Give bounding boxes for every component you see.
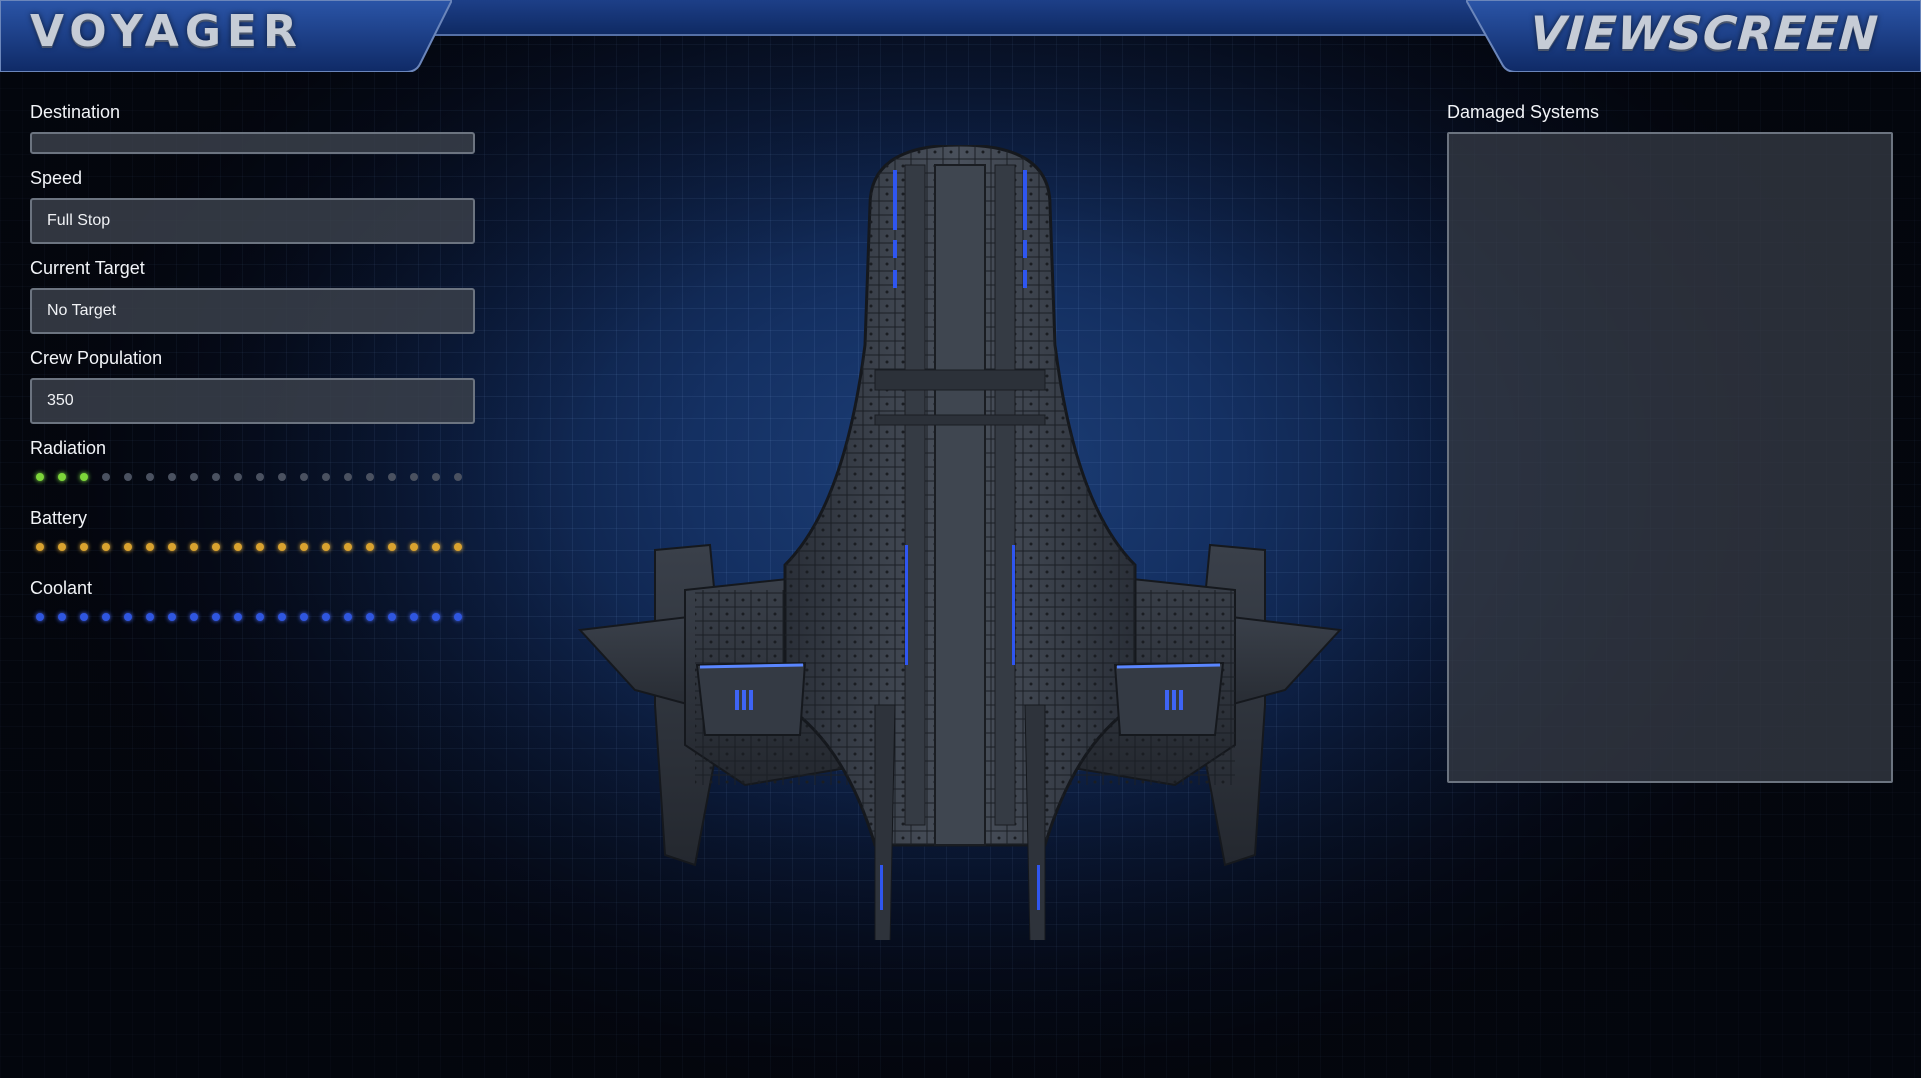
radiation-meter-dot	[278, 473, 286, 481]
viewscreen-background: VOYAGER VIEWSCREEN Destination Speed Ful…	[0, 0, 1921, 1078]
current-target-field[interactable]: No Target	[30, 288, 475, 334]
coolant-meter	[30, 608, 475, 626]
radiation-meter-dot	[454, 473, 462, 481]
coolant-meter-dot	[366, 613, 374, 621]
coolant-meter-dot	[278, 613, 286, 621]
coolant-meter-dot	[36, 613, 44, 621]
battery-meter-dot	[36, 543, 44, 551]
battery-meter-dot	[344, 543, 352, 551]
battery-meter-dot	[234, 543, 242, 551]
battery-meter-dot	[80, 543, 88, 551]
coolant-meter-dot	[234, 613, 242, 621]
radiation-meter-dot	[432, 473, 440, 481]
speed-field[interactable]: Full Stop	[30, 198, 475, 244]
radiation-meter-dot	[80, 473, 88, 481]
radiation-meter-dot	[344, 473, 352, 481]
coolant-meter-dot	[388, 613, 396, 621]
battery-meter-dot	[212, 543, 220, 551]
radiation-meter-dot	[322, 473, 330, 481]
battery-meter-dot	[278, 543, 286, 551]
damaged-systems-label: Damaged Systems	[1447, 102, 1600, 122]
coolant-meter-dot	[410, 613, 418, 621]
coolant-meter-dot	[256, 613, 264, 621]
radiation-meter-dot	[58, 473, 66, 481]
battery-meter-dot	[454, 543, 462, 551]
coolant-meter-dot	[454, 613, 462, 621]
battery-meter-dot	[256, 543, 264, 551]
battery-meter-dot	[190, 543, 198, 551]
header-left-plate: VOYAGER	[0, 0, 452, 72]
radiation-meter-dot	[300, 473, 308, 481]
speed-label: Speed	[30, 168, 83, 188]
radiation-meter-dot	[146, 473, 154, 481]
starship-image	[575, 143, 1345, 946]
radiation-meter-dot	[124, 473, 132, 481]
coolant-meter-dot	[300, 613, 308, 621]
radiation-meter-dot	[168, 473, 176, 481]
header-bar	[430, 0, 1490, 36]
radiation-meter-dot	[234, 473, 242, 481]
damaged-systems-list[interactable]	[1447, 132, 1893, 783]
battery-meter	[30, 538, 475, 556]
battery-label: Battery	[30, 508, 88, 528]
battery-meter-dot	[432, 543, 440, 551]
battery-meter-dot	[102, 543, 110, 551]
coolant-meter-dot	[80, 613, 88, 621]
battery-meter-dot	[300, 543, 308, 551]
radiation-meter	[30, 468, 475, 486]
destination-field[interactable]	[30, 132, 475, 154]
battery-meter-dot	[58, 543, 66, 551]
coolant-meter-dot	[322, 613, 330, 621]
radiation-meter-dot	[36, 473, 44, 481]
radiation-meter-dot	[256, 473, 264, 481]
battery-meter-dot	[168, 543, 176, 551]
radiation-meter-dot	[366, 473, 374, 481]
battery-meter-dot	[366, 543, 374, 551]
current-target-label: Current Target	[30, 258, 145, 278]
battery-meter-dot	[410, 543, 418, 551]
radiation-label: Radiation	[30, 438, 107, 458]
crew-population-field[interactable]: 350	[30, 378, 475, 424]
radiation-meter-dot	[410, 473, 418, 481]
radiation-meter-dot	[212, 473, 220, 481]
coolant-meter-dot	[432, 613, 440, 621]
radiation-meter-dot	[190, 473, 198, 481]
battery-meter-dot	[322, 543, 330, 551]
ship-status-panel: Destination Speed Full Stop Current Targ…	[30, 100, 475, 626]
view-title: VIEWSCREEN	[1528, 6, 1881, 60]
coolant-meter-dot	[146, 613, 154, 621]
coolant-meter-dot	[212, 613, 220, 621]
battery-meter-dot	[388, 543, 396, 551]
battery-meter-dot	[146, 543, 154, 551]
coolant-meter-dot	[168, 613, 176, 621]
app-title: VOYAGER	[30, 6, 303, 57]
coolant-meter-dot	[102, 613, 110, 621]
crew-population-label: Crew Population	[30, 348, 163, 368]
header-right-plate: VIEWSCREEN	[1466, 0, 1921, 72]
coolant-meter-dot	[344, 613, 352, 621]
destination-label: Destination	[30, 102, 121, 122]
radiation-meter-dot	[388, 473, 396, 481]
coolant-meter-dot	[190, 613, 198, 621]
coolant-label: Coolant	[30, 578, 93, 598]
damaged-systems-panel: Damaged Systems	[1447, 100, 1893, 783]
battery-meter-dot	[124, 543, 132, 551]
coolant-meter-dot	[124, 613, 132, 621]
radiation-meter-dot	[102, 473, 110, 481]
coolant-meter-dot	[58, 613, 66, 621]
